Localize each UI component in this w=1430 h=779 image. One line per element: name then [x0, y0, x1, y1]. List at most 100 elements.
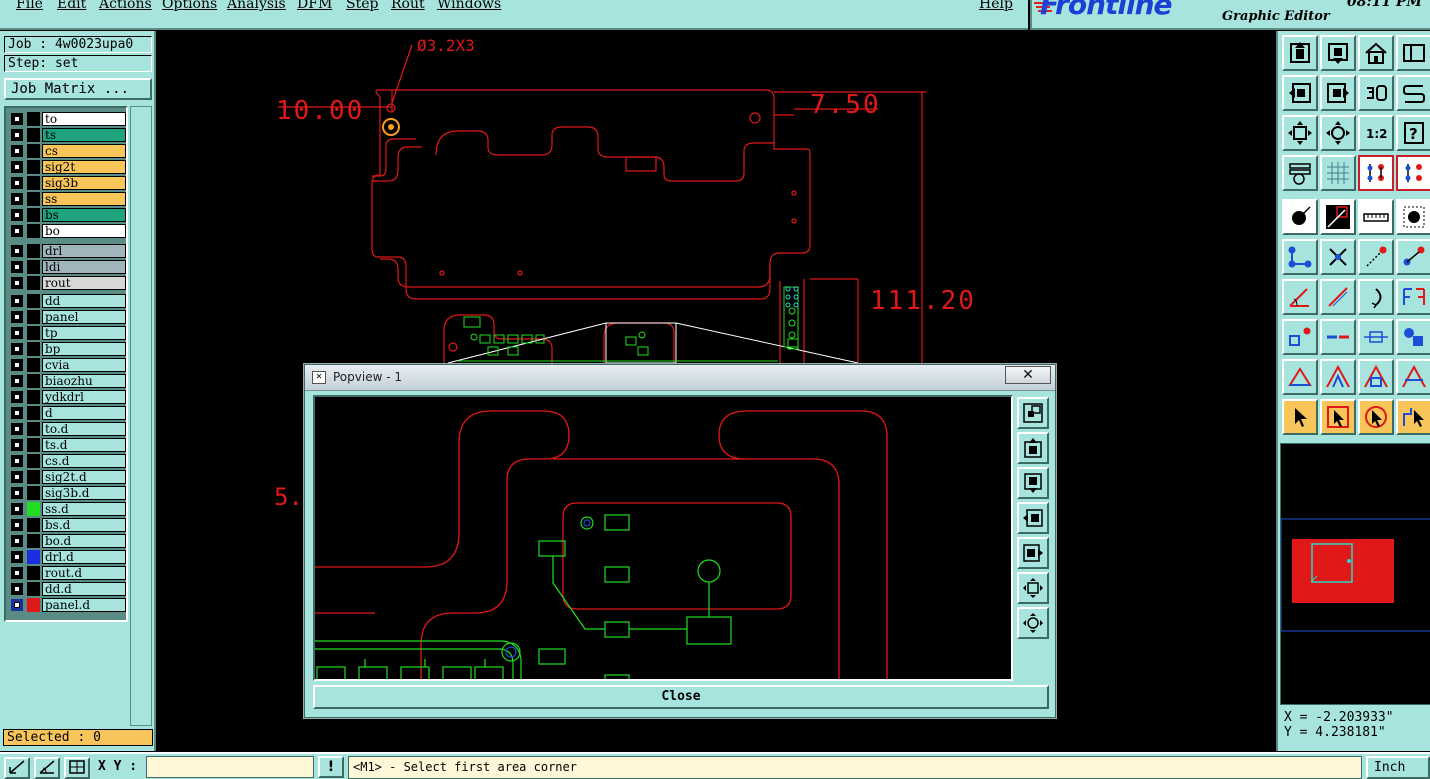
layer-checkbox[interactable] [11, 519, 23, 531]
menu-analysis[interactable]: Analysis [227, 0, 286, 12]
layer-color-swatch[interactable] [27, 582, 40, 596]
layer-color-swatch[interactable] [27, 326, 40, 340]
layer-color-swatch[interactable] [27, 470, 40, 484]
overview-map[interactable] [1280, 443, 1430, 705]
select-net-button[interactable] [1396, 399, 1430, 435]
view-down-button[interactable] [1320, 35, 1356, 71]
layer-name[interactable]: ss [42, 192, 126, 206]
layer-color-swatch[interactable] [27, 208, 40, 222]
layer-name[interactable]: cs.d [42, 454, 126, 468]
layer-color-swatch[interactable] [27, 502, 40, 516]
layer-checkbox[interactable] [11, 423, 23, 435]
exclaim-icon[interactable]: ! [318, 756, 344, 778]
snap-tool-button[interactable] [4, 757, 30, 779]
slash-tool-button[interactable] [1320, 279, 1356, 315]
menu-help[interactable]: Help [979, 0, 1013, 12]
layer-checkbox[interactable] [11, 391, 23, 403]
surface-tool-button[interactable] [1396, 199, 1430, 235]
layer-color-swatch[interactable] [27, 342, 40, 356]
layer-name[interactable]: sig3b.d [42, 486, 126, 500]
layer-checkbox[interactable] [11, 277, 23, 289]
move-point-2-button[interactable] [1396, 239, 1430, 275]
angle-tool-button[interactable] [1282, 279, 1318, 315]
layer-row-bs-d[interactable]: bs.d [8, 518, 126, 532]
layer-name[interactable]: to.d [42, 422, 126, 436]
layer-color-swatch[interactable] [27, 454, 40, 468]
layer-checkbox[interactable] [11, 145, 23, 157]
layer-checkbox[interactable] [11, 471, 23, 483]
units-selector[interactable]: Inch [1366, 756, 1430, 779]
layer-name[interactable]: sig2t [42, 160, 126, 174]
grid-snap-button[interactable] [64, 757, 90, 779]
layer-color-swatch[interactable] [27, 422, 40, 436]
layer-checkbox[interactable] [11, 311, 23, 323]
layer-color-swatch[interactable] [27, 176, 40, 190]
zoom-home-up-button[interactable] [1282, 35, 1318, 71]
arc-tool-button[interactable] [1358, 279, 1394, 315]
layer-name[interactable]: panel [42, 310, 126, 324]
layer-row-ss[interactable]: ss [8, 192, 126, 206]
layer-color-swatch[interactable] [27, 390, 40, 404]
layer-color-swatch[interactable] [27, 518, 40, 532]
layer-row-ldi[interactable]: ldi [8, 260, 126, 274]
select-circle-button[interactable] [1358, 399, 1394, 435]
layer-name[interactable]: bo [42, 224, 126, 238]
popview-view-left-button[interactable] [1017, 502, 1049, 534]
popview-canvas[interactable] [313, 395, 1013, 681]
layer-checkbox[interactable] [11, 295, 23, 307]
popview-zoom-in-button[interactable] [1017, 607, 1049, 639]
layer-color-swatch[interactable] [27, 224, 40, 238]
layer-checkbox[interactable] [11, 503, 23, 515]
layer-name[interactable]: drl.d [42, 550, 126, 564]
layer-name[interactable]: ydkdrl [42, 390, 126, 404]
layer-row-rout[interactable]: rout [8, 276, 126, 290]
undo-view-button[interactable] [1358, 75, 1394, 111]
layer-color-swatch[interactable] [27, 598, 40, 612]
layer-row-sig3b-d[interactable]: sig3b.d [8, 486, 126, 500]
stretch-tool-button[interactable] [1358, 319, 1394, 355]
layer-checkbox[interactable] [11, 375, 23, 387]
layer-row-cvia[interactable]: cvia [8, 358, 126, 372]
help-tool-button[interactable]: ? [1396, 115, 1430, 151]
layer-name[interactable]: tp [42, 326, 126, 340]
layer-name[interactable]: bp [42, 342, 126, 356]
net-display-2-button[interactable] [1396, 155, 1430, 191]
layer-color-swatch[interactable] [27, 276, 40, 290]
popview-zoom-window-button[interactable] [1017, 397, 1049, 429]
layer-color-swatch[interactable] [27, 310, 40, 324]
layer-checkbox[interactable] [11, 535, 23, 547]
net-display-button[interactable] [1358, 155, 1394, 191]
triangle-tool-button[interactable] [1282, 359, 1318, 395]
layer-row-bs[interactable]: bs [8, 208, 126, 222]
layer-checkbox[interactable] [11, 161, 23, 173]
peak-tool-button[interactable] [1320, 359, 1356, 395]
layer-row-drl-d[interactable]: drl.d [8, 550, 126, 564]
layer-name[interactable]: d [42, 406, 126, 420]
layer-color-swatch[interactable] [27, 550, 40, 564]
menu-rout[interactable]: Rout [391, 0, 425, 12]
layer-checkbox[interactable] [11, 551, 23, 563]
layer-checkbox[interactable] [11, 567, 23, 579]
layer-name[interactable]: biaozhu [42, 374, 126, 388]
layer-checkbox[interactable] [11, 225, 23, 237]
popview-titlebar[interactable]: ✕ Popview - 1 ✕ [305, 365, 1055, 391]
layer-checkbox[interactable] [11, 455, 23, 467]
select-box-button[interactable] [1320, 399, 1356, 435]
layer-name[interactable]: sig2t.d [42, 470, 126, 484]
popview-zoom-fit-button[interactable] [1017, 572, 1049, 604]
layer-row-sig3b[interactable]: sig3b [8, 176, 126, 190]
layer-color-swatch[interactable] [27, 244, 40, 258]
layer-color-swatch[interactable] [27, 486, 40, 500]
layer-row-to[interactable]: to [8, 112, 126, 126]
layer-name[interactable]: cvia [42, 358, 126, 372]
layer-row-cs-d[interactable]: cs.d [8, 454, 126, 468]
layer-row-tp[interactable]: tp [8, 326, 126, 340]
layer-checkbox[interactable] [11, 209, 23, 221]
home-button[interactable] [1358, 35, 1394, 71]
layer-checkbox[interactable] [11, 583, 23, 595]
layer-row-dd-d[interactable]: dd.d [8, 582, 126, 596]
popview-view-up-button[interactable] [1017, 432, 1049, 464]
layer-name[interactable]: cs [42, 144, 126, 158]
layer-row-rout-d[interactable]: rout.d [8, 566, 126, 580]
layer-color-swatch[interactable] [27, 192, 40, 206]
